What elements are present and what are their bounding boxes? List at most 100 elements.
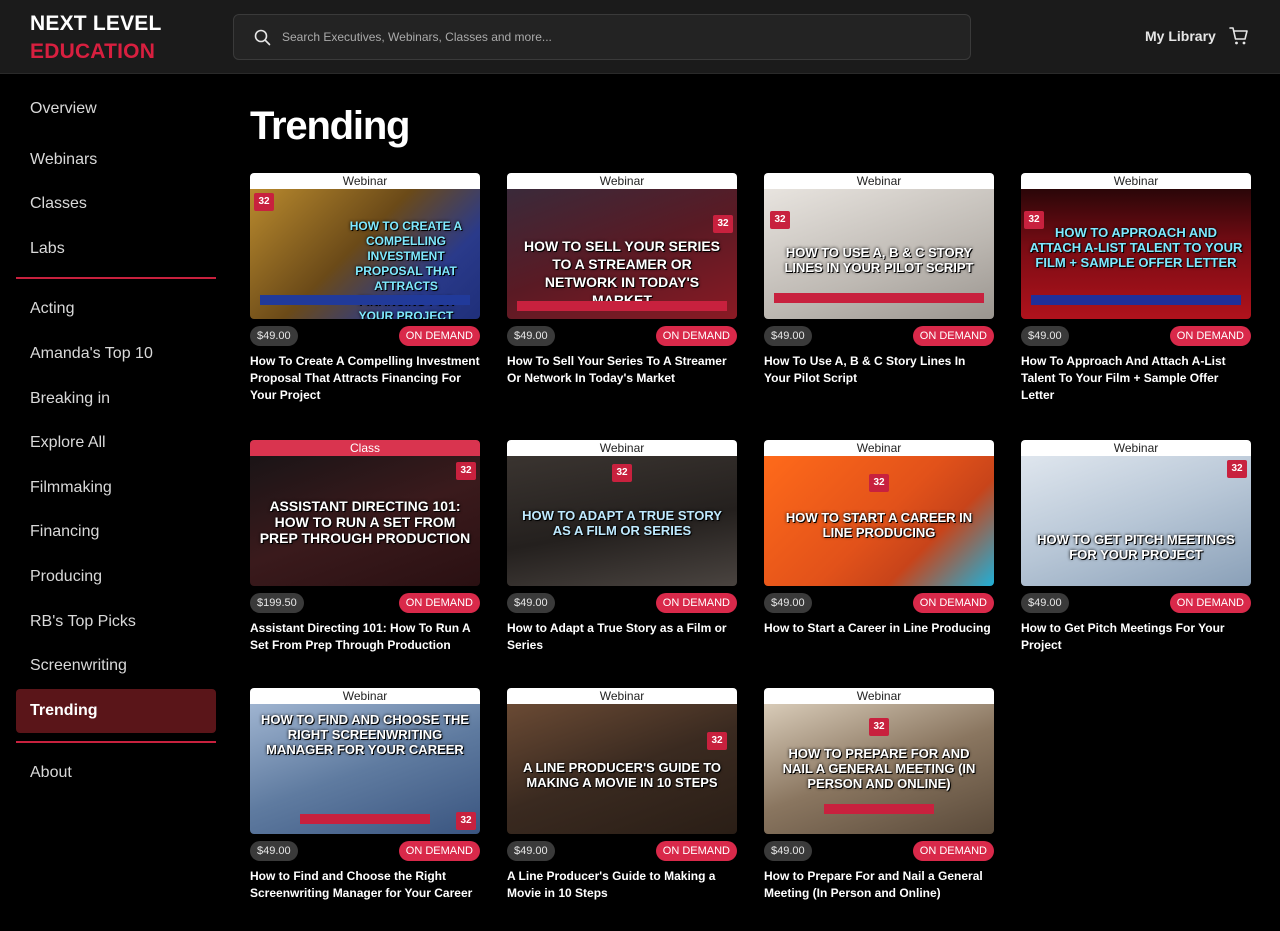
card-title[interactable]: How to Get Pitch Meetings For Your Proje…	[1021, 620, 1251, 654]
price-pill: $49.00	[764, 593, 812, 613]
price-pill: $49.00	[507, 593, 555, 613]
sidebar-item-classes[interactable]: Classes	[16, 182, 216, 227]
price-pill: $49.00	[507, 326, 555, 346]
card-meta: $49.00 ON DEMAND	[507, 593, 737, 615]
card-thumbnail[interactable]: 32 How to adapt a true story as a film o…	[507, 456, 737, 586]
card-type-label: Webinar	[507, 688, 737, 704]
card-type-label: Webinar	[507, 440, 737, 456]
card-title[interactable]: How to Start a Career in Line Producing	[764, 620, 994, 637]
sidebar-item-overview[interactable]: Overview	[16, 87, 216, 132]
card-title[interactable]: Assistant Directing 101: How To Run A Se…	[250, 620, 480, 654]
thumbnail-banner	[260, 295, 470, 305]
on-demand-badge: ON DEMAND	[912, 593, 994, 613]
card-title[interactable]: How to Adapt a True Story as a Film or S…	[507, 620, 737, 654]
course-card[interactable]: Webinar 32 How to start a career in line…	[764, 440, 994, 637]
sidebar-item-trending[interactable]: Trending	[16, 688, 216, 734]
sidebar-item-about[interactable]: About	[16, 751, 216, 796]
thumbnail-headline: How to use A, B & C story lines in your …	[784, 245, 974, 275]
card-thumbnail[interactable]: 32 How to find and choose the right scre…	[250, 704, 480, 834]
card-type-label: Class	[250, 440, 480, 456]
thumbnail-headline: How to find and choose the right screenw…	[261, 712, 469, 757]
course-card[interactable]: Webinar 32 How to prepare for and nail a…	[764, 688, 994, 902]
price-pill: $49.00	[764, 326, 812, 346]
sidebar-item-rbs-top-picks[interactable]: RB's Top Picks	[16, 600, 216, 645]
card-thumbnail[interactable]: 32 How to sell your series to a streamer…	[507, 189, 737, 319]
brand-logo[interactable]: NEXT LEVEL EDUCATION	[30, 10, 162, 66]
course-card[interactable]: Webinar 32 How to sell your series to a …	[507, 173, 737, 387]
card-meta: $49.00 ON DEMAND	[507, 326, 737, 348]
price-pill: $49.00	[250, 326, 298, 346]
card-meta: $49.00 ON DEMAND	[507, 841, 737, 863]
card-title[interactable]: How to Prepare For and Nail a General Me…	[764, 868, 994, 902]
card-thumbnail[interactable]: 32 How to create a compelling investment…	[250, 189, 480, 319]
cart-icon[interactable]	[1229, 26, 1249, 46]
course-card[interactable]: Webinar 32 How to approach and attach A-…	[1021, 173, 1251, 404]
search-bar[interactable]	[233, 14, 971, 60]
brand-line-1: NEXT LEVEL	[30, 12, 162, 35]
card-thumbnail[interactable]: 32 How to start a career in line produci…	[764, 456, 994, 586]
stage32-badge: 32	[456, 462, 476, 480]
card-thumbnail[interactable]: 32 A line producer's guide to making a m…	[507, 704, 737, 834]
sidebar-item-filmmaking[interactable]: Filmmaking	[16, 466, 216, 511]
price-pill: $49.00	[764, 841, 812, 861]
stage32-badge: 32	[770, 211, 790, 229]
course-card[interactable]: Class 32 Assistant Directing 101: How to…	[250, 440, 480, 654]
course-card[interactable]: Webinar 32 How to find and choose the ri…	[250, 688, 480, 902]
thumbnail-headline: How to approach and attach A-list talent…	[1029, 225, 1243, 270]
card-title[interactable]: How To Approach And Attach A-List Talent…	[1021, 353, 1251, 404]
sidebar-item-screenwriting[interactable]: Screenwriting	[16, 644, 216, 689]
card-thumbnail[interactable]: 32 How to use A, B & C story lines in yo…	[764, 189, 994, 319]
sidebar-item-labs[interactable]: Labs	[16, 227, 216, 272]
card-title[interactable]: A Line Producer's Guide to Making a Movi…	[507, 868, 737, 902]
stage32-badge: 32	[254, 193, 274, 211]
course-card[interactable]: Webinar 32 How to adapt a true story as …	[507, 440, 737, 654]
card-meta: $49.00 ON DEMAND	[764, 593, 994, 615]
card-thumbnail[interactable]: 32 How to get pitch meetings for your pr…	[1021, 456, 1251, 586]
my-library-link[interactable]: My Library	[1145, 28, 1216, 44]
sidebar-item-financing[interactable]: Financing	[16, 510, 216, 555]
course-card[interactable]: Webinar 32 How to create a compelling in…	[250, 173, 480, 404]
card-thumbnail[interactable]: 32 How to approach and attach A-list tal…	[1021, 189, 1251, 319]
search-icon	[254, 29, 271, 46]
sidebar-divider	[16, 277, 216, 280]
thumbnail-headline: A line producer's guide to making a movi…	[522, 760, 722, 790]
stage32-badge: 32	[612, 464, 632, 482]
card-meta: $49.00 ON DEMAND	[250, 841, 480, 863]
sidebar-nav: Overview Webinars Classes Labs Acting Am…	[16, 74, 216, 796]
price-pill: $49.00	[250, 841, 298, 861]
price-pill: $49.00	[1021, 326, 1069, 346]
card-meta: $49.00 ON DEMAND	[764, 841, 994, 863]
thumbnail-headline: How to adapt a true story as a film or s…	[522, 508, 722, 538]
search-input[interactable]	[282, 15, 942, 59]
course-card[interactable]: Webinar 32 How to get pitch meetings for…	[1021, 440, 1251, 654]
on-demand-badge: ON DEMAND	[1169, 593, 1251, 613]
sidebar-item-explore-all[interactable]: Explore All	[16, 421, 216, 466]
card-title[interactable]: How to Find and Choose the Right Screenw…	[250, 868, 480, 902]
card-type-label: Webinar	[250, 173, 480, 189]
course-card[interactable]: Webinar 32 A line producer's guide to ma…	[507, 688, 737, 902]
sidebar-item-amandas-top-10[interactable]: Amanda's Top 10	[16, 332, 216, 377]
card-thumbnail[interactable]: 32 How to prepare for and nail a general…	[764, 704, 994, 834]
card-thumbnail[interactable]: 32 Assistant Directing 101: How to run a…	[250, 456, 480, 586]
stage32-badge: 32	[869, 474, 889, 492]
card-meta: $49.00 ON DEMAND	[764, 326, 994, 348]
thumbnail-banner	[1031, 295, 1241, 305]
sidebar-item-acting[interactable]: Acting	[16, 287, 216, 332]
on-demand-badge: ON DEMAND	[398, 841, 480, 861]
card-title[interactable]: How To Create A Compelling Investment Pr…	[250, 353, 480, 404]
sidebar-item-webinars[interactable]: Webinars	[16, 138, 216, 183]
sidebar-item-producing[interactable]: Producing	[16, 555, 216, 600]
sidebar-divider	[16, 741, 216, 744]
card-title[interactable]: How To Use A, B & C Story Lines In Your …	[764, 353, 994, 387]
card-type-label: Webinar	[764, 688, 994, 704]
on-demand-badge: ON DEMAND	[1169, 326, 1251, 346]
course-card[interactable]: Webinar 32 How to use A, B & C story lin…	[764, 173, 994, 387]
sidebar-item-breaking-in[interactable]: Breaking in	[16, 377, 216, 422]
price-pill: $199.50	[250, 593, 304, 613]
card-type-label: Webinar	[250, 688, 480, 704]
card-title[interactable]: How To Sell Your Series To A Streamer Or…	[507, 353, 737, 387]
card-type-label: Webinar	[764, 173, 994, 189]
card-type-label: Webinar	[1021, 173, 1251, 189]
thumbnail-banner	[774, 293, 984, 303]
page-title: Trending	[250, 104, 410, 148]
